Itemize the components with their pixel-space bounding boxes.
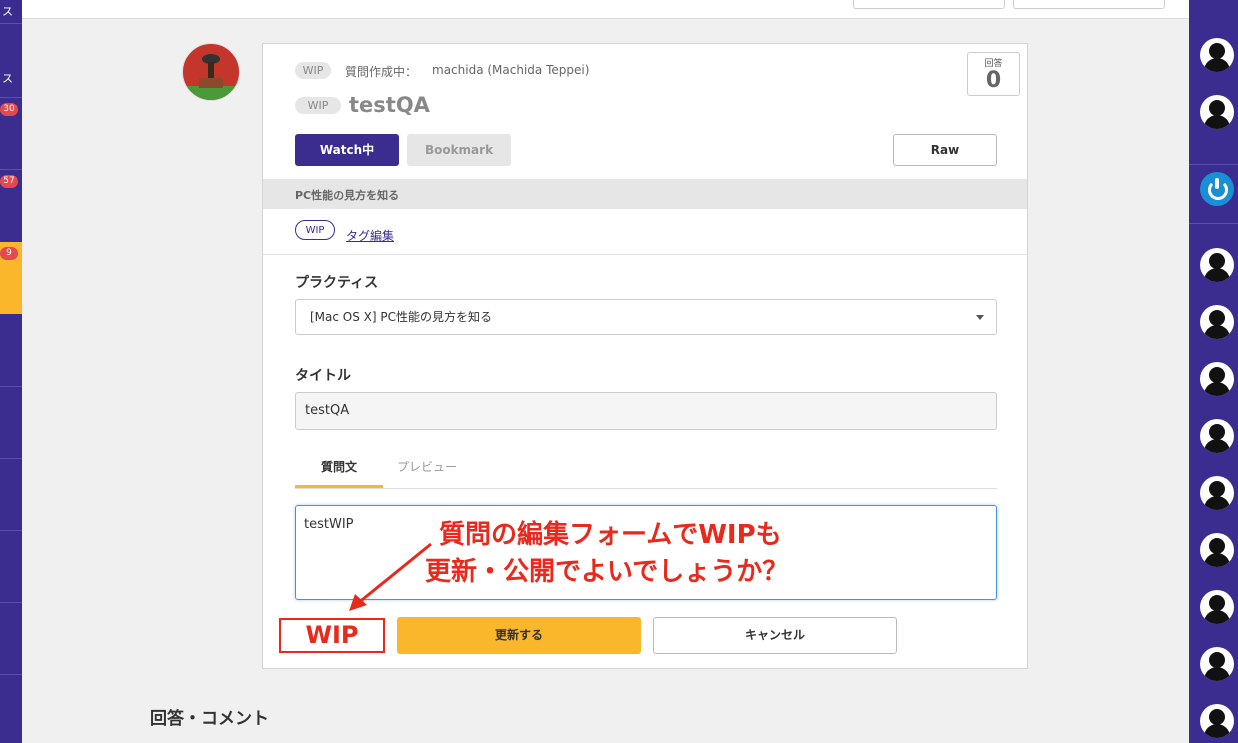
annotation-line-2: 更新・公開でよいでしょうか？ — [425, 557, 789, 587]
tab-preview[interactable]: プレビュー — [383, 458, 471, 488]
question-title: testQA — [349, 93, 430, 117]
title-label: タイトル — [295, 368, 351, 384]
power-icon[interactable] — [1200, 172, 1234, 206]
nav-badge-2: 57 — [0, 175, 18, 188]
nav-label-top[interactable]: ス — [2, 3, 13, 19]
tab-body[interactable]: 質問文 — [295, 458, 383, 488]
meta-label: 質問作成中： — [345, 65, 418, 79]
comments-section-title: 回答・コメント — [150, 709, 269, 729]
nav-badge-1: 30 — [0, 103, 18, 116]
annotation-arrow-icon — [349, 542, 432, 611]
user-avatar-icon[interactable] — [1200, 476, 1234, 510]
answers-count-box: 回答 0 — [967, 52, 1020, 96]
practice-name[interactable]: PC性能の見方を知る — [295, 187, 399, 203]
user-avatar-icon[interactable] — [1200, 647, 1234, 681]
user-avatar-icon[interactable] — [1200, 38, 1234, 72]
practice-bar: PC性能の見方を知る — [263, 179, 1027, 209]
tag-wip[interactable]: WIP — [295, 220, 335, 240]
user-avatar-icon[interactable] — [1200, 704, 1234, 738]
raw-button[interactable]: Raw — [893, 134, 997, 166]
tag-edit-link[interactable]: タグ編集 — [346, 227, 394, 244]
practice-select[interactable]: [Mac OS X] PC性能の見方を知る — [295, 299, 997, 335]
left-sidebar: ス ス 30 57 9 — [0, 0, 22, 743]
user-avatar-icon[interactable] — [1200, 419, 1234, 453]
bookmark-button[interactable]: Bookmark — [407, 134, 511, 166]
user-avatar-icon[interactable] — [1200, 305, 1234, 339]
title-input[interactable]: testQA — [295, 392, 997, 430]
cancel-button[interactable]: キャンセル — [653, 617, 897, 654]
wip-badge: WIP — [295, 62, 331, 79]
answers-count: 0 — [985, 68, 1002, 93]
top-button-1[interactable] — [853, 0, 1005, 9]
update-button[interactable]: 更新する — [397, 617, 641, 654]
question-card: WIP 質問作成中： machida (Machida Teppei) WIP … — [262, 43, 1028, 669]
user-avatar-icon[interactable] — [1200, 95, 1234, 129]
practice-select-value: [Mac OS X] PC性能の見方を知る — [310, 310, 493, 324]
user-avatar-icon[interactable] — [1200, 248, 1234, 282]
chevron-down-icon — [976, 315, 984, 320]
annotation-wip-box: WIP — [279, 618, 385, 653]
top-button-2[interactable] — [1013, 0, 1165, 9]
nav-badge-3: 9 — [0, 247, 18, 260]
author-avatar[interactable] — [182, 43, 240, 101]
nav-label-mid[interactable]: ス — [2, 70, 13, 86]
editor-tabs: 質問文 プレビュー — [295, 448, 997, 489]
user-avatar-icon[interactable] — [1200, 533, 1234, 567]
user-avatar-icon[interactable] — [1200, 362, 1234, 396]
right-user-sidebar — [1189, 0, 1238, 743]
user-avatar-icon[interactable] — [1200, 590, 1234, 624]
title-wip-badge: WIP — [295, 97, 341, 114]
author-name[interactable]: machida (Machida Teppei) — [432, 63, 589, 77]
tag-row: WIP タグ編集 — [263, 209, 1027, 255]
watch-button[interactable]: Watch中 — [295, 134, 399, 166]
top-bar — [22, 0, 1189, 19]
practice-label: プラクティス — [295, 275, 379, 291]
annotation-line-1: 質問の編集フォームでWIPも — [439, 520, 782, 550]
